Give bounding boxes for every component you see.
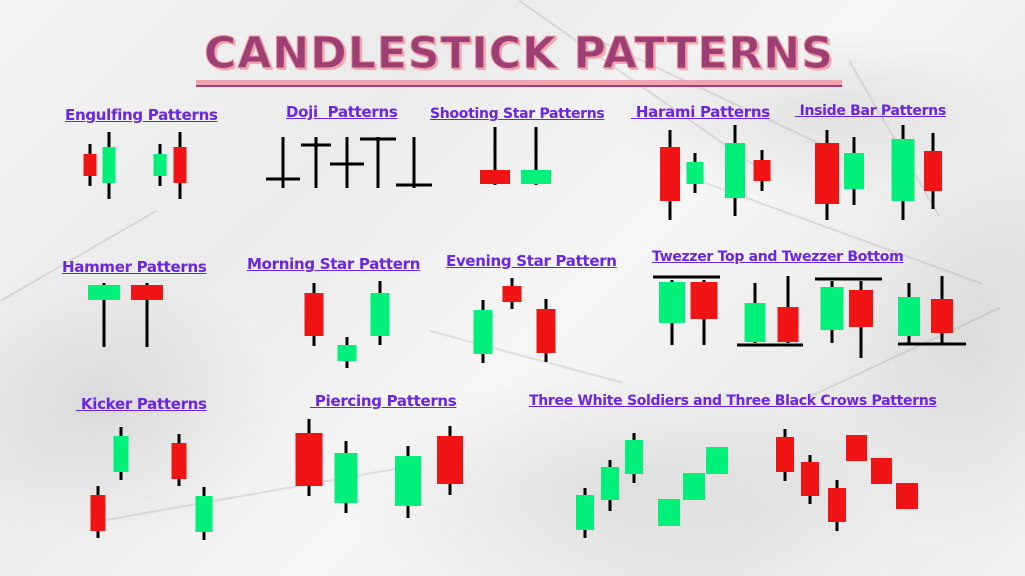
inside-bar-candle-bullish (844, 153, 864, 189)
kicker-candle-bullish (113, 436, 129, 472)
piercing-candle-bullish (395, 456, 421, 506)
harami-candle-bearish (660, 147, 680, 201)
evening-star-candle-bullish (473, 310, 493, 354)
tweezer-candle-bullish (820, 287, 844, 330)
soldiers-crows-block-bearish (846, 435, 867, 461)
soldiers-crows-candle-bullish (576, 495, 594, 530)
morning-star-candle-bearish (304, 293, 324, 336)
hammer-candle-bearish (131, 285, 163, 300)
engulfing-candle-bullish (153, 154, 167, 176)
soldiers-crows-block-bullish (706, 447, 728, 474)
soldiers-crows-block-bullish (658, 499, 680, 526)
evening-star-candle-bearish (536, 309, 556, 353)
engulfing-candle-bullish (102, 147, 116, 183)
soldiers-crows-candle-bullish (601, 467, 619, 500)
piercing-candle-bearish (295, 433, 323, 486)
tweezer-candle-bearish (849, 290, 873, 327)
tweezer-candle-bullish (744, 303, 766, 342)
inside-bar-candle-bearish (815, 143, 839, 204)
soldiers-crows-candle-bullish (625, 440, 643, 474)
soldiers-crows-candle-bearish (828, 488, 846, 522)
engulfing-candle-bearish (173, 147, 187, 183)
soldiers-crows-candle-bearish (801, 462, 819, 496)
hammer-candle-bullish (88, 285, 120, 300)
tweezer-candle-bullish (898, 297, 920, 336)
harami-candle-bearish (753, 160, 771, 181)
soldiers-crows-block-bearish (896, 483, 918, 509)
morning-star-candle-bullish (337, 345, 357, 361)
engulfing-candle-bearish (83, 154, 97, 176)
shooting-star-candle-bullish (521, 170, 551, 184)
harami-candle-bullish (686, 162, 704, 184)
evening-star-candle-bearish (502, 286, 522, 302)
soldiers-crows-candle-bearish (776, 437, 794, 472)
piercing-candle-bullish (334, 453, 358, 503)
soldiers-crows-block-bearish (871, 458, 892, 484)
kicker-candle-bearish (90, 495, 106, 531)
inside-bar-candle-bullish (891, 139, 915, 201)
tweezer-candle-bearish (690, 282, 718, 319)
piercing-candle-bearish (437, 436, 463, 484)
soldiers-crows-block-bullish (683, 473, 705, 500)
kicker-candle-bullish (195, 496, 213, 532)
kicker-candle-bearish (171, 443, 187, 479)
morning-star-candle-bullish (370, 293, 390, 336)
tweezer-candle-bearish (931, 299, 953, 333)
tweezer-candle-bearish (777, 307, 799, 342)
inside-bar-candle-bearish (924, 151, 942, 191)
candlestick-diagrams (83, 125, 966, 540)
harami-candle-bullish (725, 143, 745, 198)
tweezer-candle-bullish (659, 282, 685, 323)
shooting-star-candle-bearish (480, 170, 510, 184)
